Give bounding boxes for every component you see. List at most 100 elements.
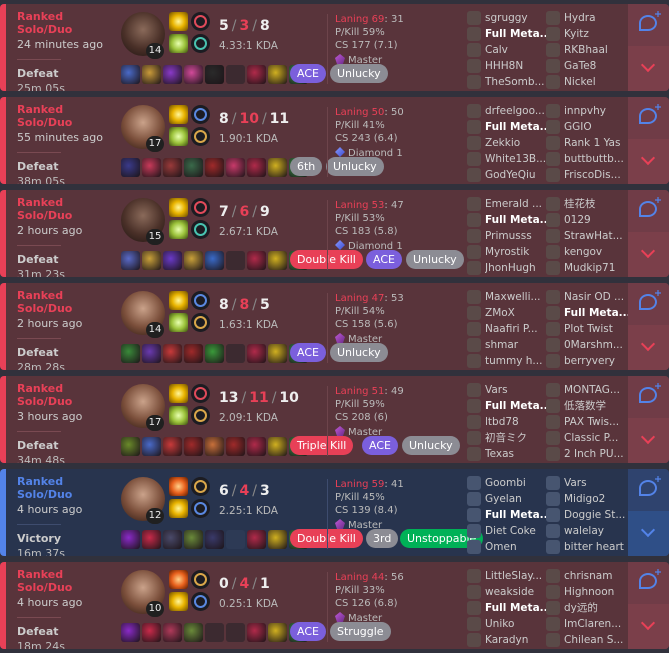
item-icon[interactable]	[121, 251, 140, 270]
match-row[interactable]: Ranked Solo/Duo 2 hours ago Defeat 31m 23s 1…	[0, 190, 669, 277]
participant-name[interactable]: 桂花枝	[564, 196, 630, 212]
participant[interactable]: Nasir OD ...	[546, 289, 628, 305]
item-icon[interactable]	[247, 530, 266, 549]
add-share-icon[interactable]	[639, 480, 657, 496]
item-icon[interactable]	[142, 251, 161, 270]
participant-name[interactable]: kengov	[564, 244, 630, 260]
participant-name[interactable]: weakside	[485, 584, 551, 600]
participant-name[interactable]: TheSomb...	[485, 74, 551, 90]
participant[interactable]: Midigo2	[546, 491, 628, 507]
participant[interactable]: 0129	[546, 212, 628, 228]
participant[interactable]: buttbuttb...	[546, 151, 628, 167]
participant-name[interactable]: Vars	[485, 382, 551, 398]
participant[interactable]: Gyelan	[467, 491, 549, 507]
participant-name[interactable]: Full Meta...	[485, 600, 551, 616]
participant-name[interactable]: shmar	[485, 337, 551, 353]
item-icon[interactable]	[247, 158, 266, 177]
participant-name[interactable]: innpvhy	[564, 103, 630, 119]
participant-name[interactable]: walelay	[564, 523, 630, 539]
participant[interactable]: sgruggy	[467, 10, 549, 26]
participant-name[interactable]: MONTAG...	[564, 382, 630, 398]
participant[interactable]: 0Marshm...	[546, 337, 628, 353]
participant-name[interactable]: ltbd78	[485, 414, 551, 430]
item-icon[interactable]	[163, 251, 182, 270]
participant[interactable]: Primusss	[467, 228, 549, 244]
item-icon[interactable]	[268, 158, 287, 177]
item-icon[interactable]	[184, 158, 203, 177]
participant[interactable]: Plot Twist	[546, 321, 628, 337]
item-icon[interactable]	[268, 437, 287, 456]
participant[interactable]: 低落数学	[546, 398, 628, 414]
participant-name[interactable]: Calv	[485, 42, 551, 58]
participant[interactable]: Full Meta...	[467, 600, 551, 616]
item-icon[interactable]	[205, 344, 224, 363]
participant[interactable]: Rank 1 Yas	[546, 135, 628, 151]
item-icon[interactable]	[247, 344, 266, 363]
add-share-icon[interactable]	[639, 201, 657, 217]
item-icon[interactable]	[268, 344, 287, 363]
participant-name[interactable]: Full Meta...	[485, 26, 551, 42]
participant[interactable]: GaTe8	[546, 58, 628, 74]
participant[interactable]: Hydra	[546, 10, 628, 26]
participant[interactable]: Mudkip71	[546, 260, 628, 276]
item-icon[interactable]	[184, 344, 203, 363]
participant[interactable]: PAX Twis...	[546, 414, 628, 430]
participant[interactable]: Uniko	[467, 616, 549, 632]
item-icon[interactable]	[142, 65, 161, 84]
item-icon[interactable]	[226, 158, 245, 177]
participant-name[interactable]: chrisnam	[564, 568, 630, 584]
participant-name[interactable]: sgruggy	[485, 10, 551, 26]
item-icon[interactable]	[163, 623, 182, 642]
participant[interactable]: White13B...	[467, 151, 549, 167]
participant[interactable]: Highnoon	[546, 584, 628, 600]
participant[interactable]: JhonHugh	[467, 260, 549, 276]
participant[interactable]: Calv	[467, 42, 549, 58]
item-icon[interactable]	[184, 65, 203, 84]
participant[interactable]: Full Meta...	[467, 398, 551, 414]
participant[interactable]: Texas	[467, 446, 549, 462]
participant-name[interactable]: Nickel	[564, 74, 630, 90]
expand-match-button[interactable]	[628, 46, 669, 91]
match-row[interactable]: Ranked Solo/Duo 3 hours ago Defeat 34m 48s 1…	[0, 376, 669, 463]
participant-name[interactable]: Classic P...	[564, 430, 630, 446]
match-row[interactable]: Ranked Solo/Duo 2 hours ago Defeat 28m 28s 1…	[0, 283, 669, 370]
item-icon[interactable]	[142, 530, 161, 549]
match-row[interactable]: Ranked Solo/Duo 4 hours ago Victory 16m 37s…	[0, 469, 669, 556]
participant-name[interactable]: Highnoon	[564, 584, 630, 600]
participant-name[interactable]: White13B...	[485, 151, 551, 167]
participant-name[interactable]: Nasir OD ...	[564, 289, 630, 305]
participant-name[interactable]: Karadyn	[485, 632, 551, 648]
participant-name[interactable]: Doggie St...	[564, 507, 630, 523]
participant-name[interactable]: LittleSlay...	[485, 568, 551, 584]
participant-name[interactable]: Mudkip71	[564, 260, 630, 276]
participant[interactable]: 桂花枝	[546, 196, 628, 212]
add-share-icon[interactable]	[639, 387, 657, 403]
participant-name[interactable]: Full Meta...	[485, 212, 551, 228]
participant[interactable]: Emerald ...	[467, 196, 549, 212]
participant-name[interactable]: 2 Inch PU...	[564, 446, 630, 462]
item-icon[interactable]	[163, 437, 182, 456]
participant[interactable]: bitter heart	[546, 539, 628, 555]
participant[interactable]: Zekkio	[467, 135, 549, 151]
item-icon[interactable]	[142, 344, 161, 363]
item-icon[interactable]	[205, 251, 224, 270]
participant-name[interactable]: dy远的	[564, 600, 630, 616]
participant-name[interactable]: Gyelan	[485, 491, 551, 507]
participant-name[interactable]: Maxwelli...	[485, 289, 551, 305]
participant[interactable]: shmar	[467, 337, 549, 353]
match-row[interactable]: Ranked Solo/Duo 55 minutes ago Defeat 38m 0…	[0, 97, 669, 184]
item-icon[interactable]	[247, 251, 266, 270]
participant[interactable]: 2 Inch PU...	[546, 446, 628, 462]
participant-name[interactable]: berryvery	[564, 353, 630, 369]
participant[interactable]: Doggie St...	[546, 507, 628, 523]
participant-name[interactable]: Vars	[564, 475, 630, 491]
participant[interactable]: 初音ミク	[467, 430, 549, 446]
participant-name[interactable]: GGIO	[564, 119, 630, 135]
participant[interactable]: drfeelgoo...	[467, 103, 549, 119]
item-icon[interactable]	[121, 437, 140, 456]
participant-name[interactable]: 低落数学	[564, 398, 630, 414]
item-icon[interactable]	[121, 530, 140, 549]
item-icon[interactable]	[184, 530, 203, 549]
participant-name[interactable]: Kyitz	[564, 26, 630, 42]
match-row[interactable]: Ranked Solo/Duo 4 hours ago Defeat 18m 24s 1…	[0, 562, 669, 649]
